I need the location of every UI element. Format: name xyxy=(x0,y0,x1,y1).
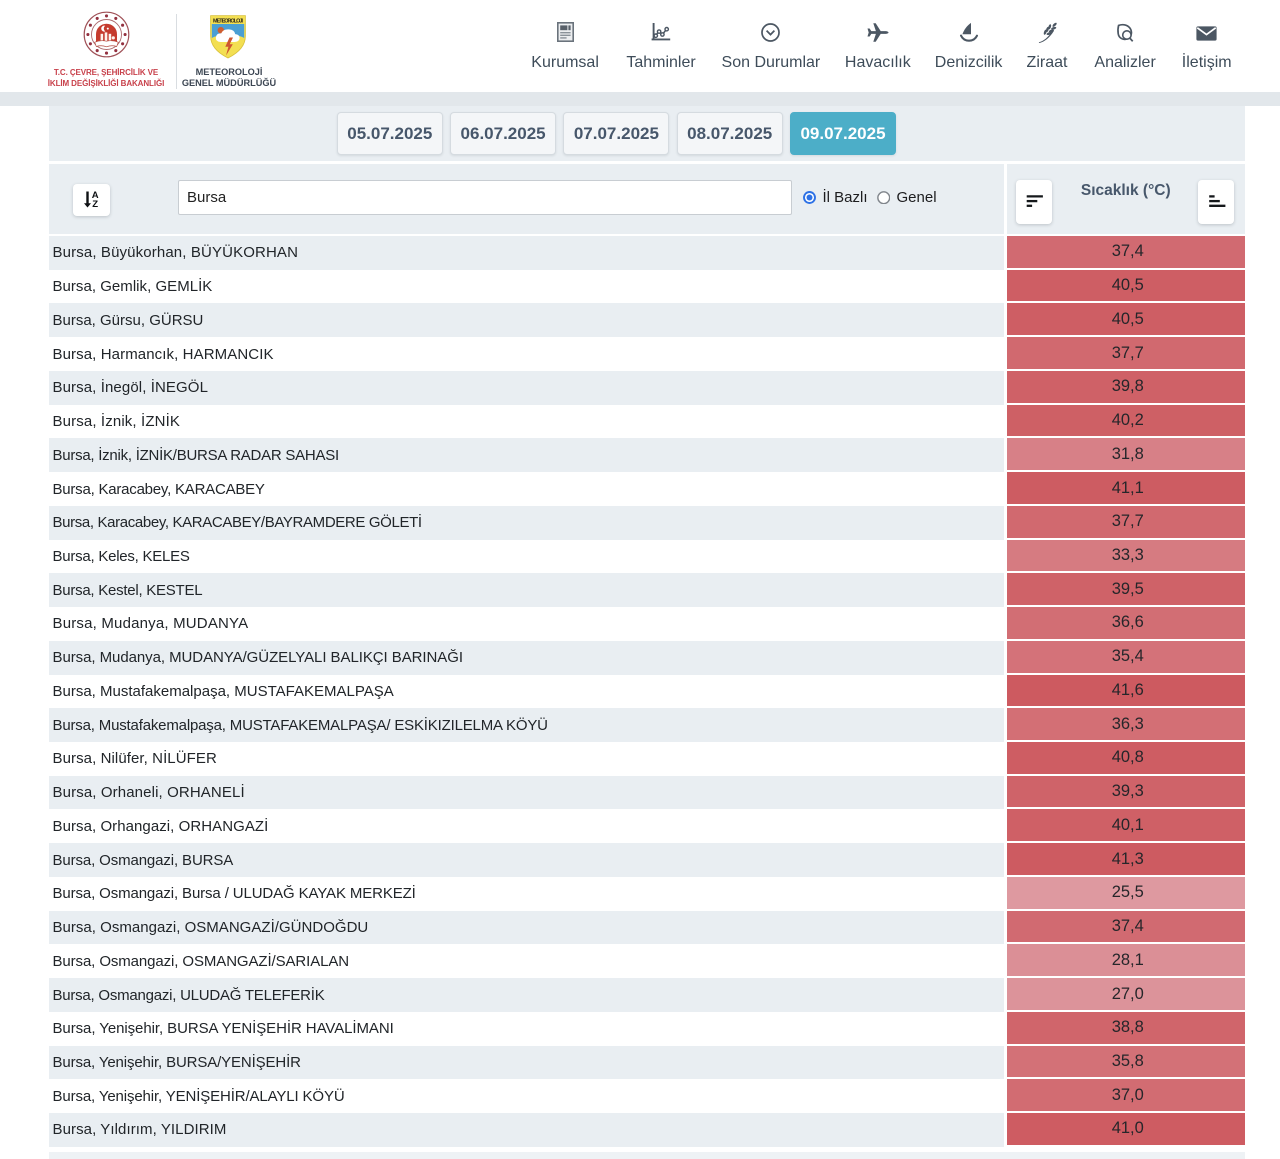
svg-text:METEOROLOJI: METEOROLOJI xyxy=(213,18,244,24)
svg-text:Z: Z xyxy=(92,198,98,209)
